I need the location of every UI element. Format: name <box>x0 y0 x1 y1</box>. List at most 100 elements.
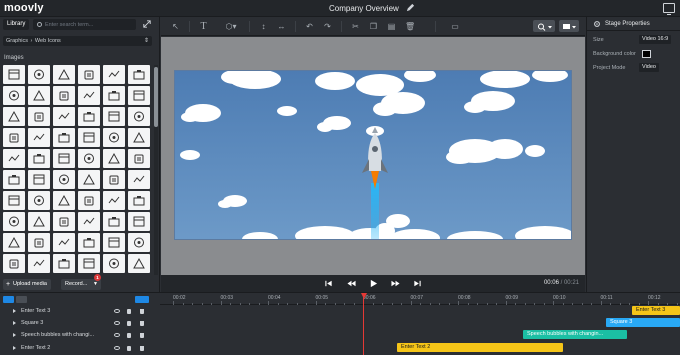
stage-area[interactable] <box>161 37 585 275</box>
library-image-tile[interactable] <box>103 65 125 84</box>
project-mode-select[interactable]: Video <box>639 63 659 72</box>
time-ruler[interactable]: 00:02 00:03 00:04 00:05 00:06 00:07 00:08 00:09… <box>160 293 680 305</box>
library-image-tile[interactable] <box>78 86 100 105</box>
library-image-tile[interactable] <box>78 170 100 189</box>
library-image-tile[interactable] <box>128 233 150 252</box>
library-image-tile[interactable] <box>28 107 50 126</box>
layer-row[interactable]: Speech bubbles with changi... <box>0 330 160 342</box>
library-image-tile[interactable] <box>53 86 75 105</box>
library-image-tile[interactable] <box>128 107 150 126</box>
shape-tool-icon[interactable]: ⬡▾ <box>223 22 239 31</box>
grid-view-toggle[interactable] <box>16 296 27 303</box>
background-color-swatch[interactable] <box>642 50 651 58</box>
text-tool-icon[interactable]: T <box>199 22 208 32</box>
copy-icon[interactable]: ❐ <box>369 22 378 31</box>
cut-icon[interactable]: ✂ <box>351 22 360 31</box>
timeline-clip[interactable]: Square 3 <box>606 318 680 327</box>
library-image-tile[interactable] <box>128 128 150 147</box>
delete-icon[interactable]: 🗑 <box>405 22 415 31</box>
library-image-tile[interactable] <box>103 254 125 273</box>
library-image-tile[interactable] <box>103 86 125 105</box>
expand-icon[interactable] <box>143 20 151 28</box>
library-image-tile[interactable] <box>53 128 75 147</box>
fast-forward-icon[interactable] <box>391 279 400 288</box>
library-image-tile[interactable] <box>103 128 125 147</box>
monitor-icon[interactable] <box>663 3 675 15</box>
scrollbar-thumb[interactable] <box>154 67 158 127</box>
library-image-tile[interactable] <box>3 65 25 84</box>
library-image-tile[interactable] <box>3 107 25 126</box>
lock-icon[interactable] <box>127 309 131 314</box>
trash-icon[interactable] <box>140 321 144 326</box>
library-image-tile[interactable] <box>78 107 100 126</box>
library-scrollbar[interactable] <box>154 65 158 275</box>
library-image-tile[interactable] <box>103 212 125 231</box>
library-image-tile[interactable] <box>28 170 50 189</box>
layer-row[interactable]: Square 3 <box>0 318 160 330</box>
scene-illustration[interactable] <box>175 71 572 240</box>
list-view-toggle[interactable] <box>3 296 14 303</box>
breadcrumb-web-icons[interactable]: Web Icons <box>35 38 61 44</box>
app-logo[interactable]: moovly <box>4 2 44 14</box>
library-image-tile[interactable] <box>78 212 100 231</box>
skip-start-icon[interactable] <box>324 279 333 288</box>
library-image-tile[interactable] <box>53 254 75 273</box>
trash-icon[interactable] <box>140 309 144 314</box>
library-image-tile[interactable] <box>128 149 150 168</box>
expand-arrow-icon[interactable] <box>13 309 16 313</box>
size-select[interactable]: Video 16:9 <box>639 35 672 44</box>
breadcrumb[interactable]: Graphics › Web Icons ⇕ <box>3 36 152 46</box>
library-image-tile[interactable] <box>3 212 25 231</box>
search-input[interactable] <box>45 19 133 30</box>
library-image-tile[interactable] <box>3 233 25 252</box>
timeline-clip[interactable]: Enter Text 3 <box>632 306 680 315</box>
lock-icon[interactable] <box>127 346 131 351</box>
upload-media-button[interactable]: + Upload media <box>3 279 51 290</box>
expand-arrow-icon[interactable] <box>13 346 16 350</box>
library-image-tile[interactable] <box>103 149 125 168</box>
eye-icon[interactable] <box>114 321 120 325</box>
timeline-clip[interactable]: Enter Text 2 <box>397 343 563 352</box>
library-image-tile[interactable] <box>78 254 100 273</box>
library-image-tile[interactable] <box>3 128 25 147</box>
undo-icon[interactable]: ↶ <box>305 22 314 31</box>
expand-arrow-icon[interactable] <box>13 333 16 337</box>
lock-icon[interactable] <box>127 333 131 338</box>
library-image-tile[interactable] <box>78 233 100 252</box>
library-image-tile[interactable] <box>53 149 75 168</box>
library-image-tile[interactable] <box>3 170 25 189</box>
library-image-tile[interactable] <box>53 170 75 189</box>
library-image-tile[interactable] <box>28 212 50 231</box>
playhead[interactable] <box>363 298 364 355</box>
library-image-tile[interactable] <box>28 191 50 210</box>
play-icon[interactable] <box>369 279 378 288</box>
add-layer-button[interactable] <box>135 296 149 303</box>
view-mode-button[interactable] <box>559 20 579 32</box>
trash-icon[interactable] <box>140 346 144 351</box>
redo-icon[interactable]: ↷ <box>323 22 332 31</box>
library-image-tile[interactable] <box>53 212 75 231</box>
library-image-tile[interactable] <box>78 128 100 147</box>
project-title[interactable]: Company Overview <box>329 4 399 13</box>
library-image-tile[interactable] <box>103 233 125 252</box>
library-image-tile[interactable] <box>28 149 50 168</box>
library-image-tile[interactable] <box>3 254 25 273</box>
library-image-tile[interactable] <box>78 191 100 210</box>
library-image-tile[interactable] <box>128 65 150 84</box>
library-image-tile[interactable] <box>128 191 150 210</box>
timeline-clip[interactable]: Speech bubbles with changin... <box>523 330 627 339</box>
library-image-tile[interactable] <box>128 86 150 105</box>
eye-icon[interactable] <box>114 333 120 337</box>
layer-row[interactable]: Enter Text 3 <box>0 306 160 318</box>
library-image-tile[interactable] <box>103 170 125 189</box>
library-image-tile[interactable] <box>128 170 150 189</box>
library-image-tile[interactable] <box>78 149 100 168</box>
library-image-tile[interactable] <box>53 107 75 126</box>
lock-icon[interactable] <box>127 321 131 326</box>
library-image-tile[interactable] <box>53 233 75 252</box>
library-image-tile[interactable] <box>78 65 100 84</box>
skip-end-icon[interactable] <box>413 279 422 288</box>
library-image-tile[interactable] <box>3 86 25 105</box>
rewind-icon[interactable] <box>347 279 356 288</box>
library-image-tile[interactable] <box>3 149 25 168</box>
